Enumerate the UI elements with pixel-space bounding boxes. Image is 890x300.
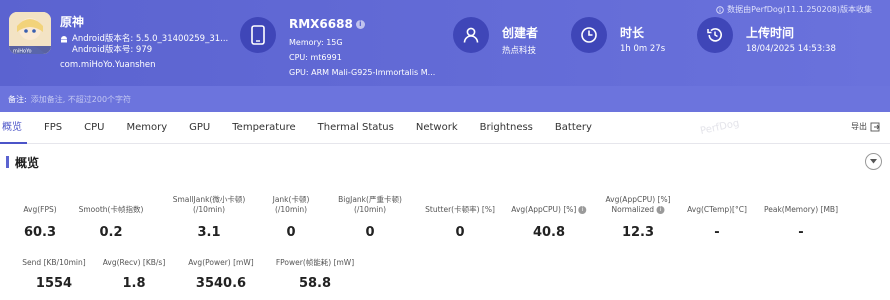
chevron-down-icon <box>870 159 877 164</box>
section-title: 概览 <box>15 156 40 170</box>
metric-value: 0.2 <box>99 225 123 240</box>
android-version-row: Android版本名: 5.5.0_31400259_31... <box>60 34 228 44</box>
app-icon: miHoYo <box>9 12 51 54</box>
duration-value: 1h 0m 27s <box>620 44 666 54</box>
metric-label-line: (/10min) <box>274 205 308 214</box>
info-icon[interactable]: i <box>578 206 587 214</box>
upload-value: 18/04/2025 14:53:38 <box>746 44 836 54</box>
info-icon[interactable]: i <box>656 206 665 214</box>
android-code-row: Android版本号: 979 <box>60 45 152 55</box>
device-gpu: GPU: ARM Mali-G925-Immortalis M... <box>289 68 436 77</box>
info-circle-icon <box>716 5 724 14</box>
metric-label: Avg(CTemp)[°C] <box>687 205 747 214</box>
metric-label-line: SmallJank(微小卡顿) <box>172 195 246 204</box>
metric-value: 0 <box>286 225 296 240</box>
tab-network[interactable]: Network <box>405 112 469 144</box>
tab-thermal-status[interactable]: Thermal Status <box>307 112 405 144</box>
duration-title: 时长 <box>620 26 645 40</box>
tab-memory[interactable]: Memory <box>115 112 178 144</box>
metric-value: 3.1 <box>197 225 221 240</box>
metric-label-line: BigJank(严重卡顿) <box>338 195 402 204</box>
metric-label: Avg(FPS) <box>23 205 57 214</box>
device-info-icon[interactable]: i <box>355 19 365 29</box>
device-cpu: CPU: mt6991 <box>289 53 342 62</box>
metric-label-line: (/10min) <box>353 205 387 214</box>
clock-icon <box>571 17 607 53</box>
android-code: Android版本号: 979 <box>72 45 153 55</box>
metric-label: FPower(帧能耗) [mW] <box>275 258 355 267</box>
metric-label: Stutter(卡顿率) [%] <box>425 205 495 214</box>
tab-temperature[interactable]: Temperature <box>221 112 306 144</box>
metric-label: SmallJank(微小卡顿) (/10min) <box>173 195 246 215</box>
metric-value: 1.8 <box>122 276 146 291</box>
metric-value: 60.3 <box>23 225 57 240</box>
phone-icon <box>240 17 276 53</box>
metric-value: 3540.6 <box>195 276 247 291</box>
metric-label: Send [KB/10min] <box>22 258 86 267</box>
metric-value: 0 <box>365 225 375 240</box>
metric-label-line: (/10min) <box>192 205 226 214</box>
metric-label: BigJank(严重卡顿) (/10min) <box>338 195 402 215</box>
export-label: 导出 <box>851 122 867 131</box>
app-name: 原神 <box>60 15 85 29</box>
tab-battery[interactable]: Battery <box>544 112 603 144</box>
metric-label: Smooth(卡帧指数) <box>78 205 144 214</box>
metric-label: Peak(Memory) [MB] <box>763 205 839 214</box>
remark-input[interactable]: 添加备注, 不超过200个字符 <box>31 94 131 105</box>
user-icon <box>453 17 489 53</box>
tab-overview[interactable]: 概览 <box>0 112 33 144</box>
metric-label: Avg(Recv) [KB/s] <box>102 258 166 267</box>
metric-value: - <box>798 225 804 240</box>
session-header: miHoYo 原神 Android版本名: 5.5.0_31400259_31.… <box>0 0 890 86</box>
metric-label-line: Avg(AppCPU) [%] <box>605 195 671 204</box>
creator-value: 热点科技 <box>502 46 537 56</box>
android-version: Android版本名: 5.5.0_31400259_31... <box>72 34 229 44</box>
export-icon <box>870 122 880 131</box>
device-name: RMX6688 i <box>289 17 365 31</box>
tab-fps[interactable]: FPS <box>33 112 73 144</box>
metric-label: Avg(Power) [mW] <box>188 258 254 267</box>
history-icon <box>697 17 733 53</box>
metric-value: - <box>714 225 720 240</box>
metric-label: Avg(AppCPU) [%] Normalized i <box>605 195 671 215</box>
tab-cpu[interactable]: CPU <box>73 112 115 144</box>
package-name: com.miHoYo.Yuanshen <box>60 60 156 70</box>
collect-note: 数据由PerfDog(11.1.250208)版本收集 <box>716 4 872 15</box>
metric-value: 40.8 <box>532 225 566 240</box>
metric-label: Avg(AppCPU) [%] i <box>511 205 587 215</box>
upload-title: 上传时间 <box>746 26 795 40</box>
metric-value: 58.8 <box>298 276 332 291</box>
metric-value: 0 <box>455 225 465 240</box>
metric-label-line: Jank(卡顿) <box>272 195 310 204</box>
collapse-button[interactable] <box>865 153 882 170</box>
svg-text:miHoYo: miHoYo <box>13 49 32 55</box>
metric-tabs: 概览 FPS CPU Memory GPU Temperature Therma… <box>0 112 890 144</box>
metric-value: 12.3 <box>621 225 655 240</box>
metric-value: 1554 <box>35 276 73 291</box>
remark-bar[interactable]: 备注: 添加备注, 不超过200个字符 <box>0 86 890 112</box>
metric-label-line: Normalized <box>611 205 655 214</box>
creator-title: 创建者 <box>502 26 539 40</box>
android-icon <box>61 36 67 43</box>
remark-label: 备注: <box>8 94 27 104</box>
metric-label: Jank(卡顿) (/10min) <box>273 195 310 215</box>
device-memory: Memory: 15G <box>289 38 343 47</box>
tab-brightness[interactable]: Brightness <box>469 112 544 144</box>
export-button[interactable]: 导出 <box>851 121 880 132</box>
tab-gpu[interactable]: GPU <box>178 112 221 144</box>
section-accent-bar <box>6 156 9 168</box>
